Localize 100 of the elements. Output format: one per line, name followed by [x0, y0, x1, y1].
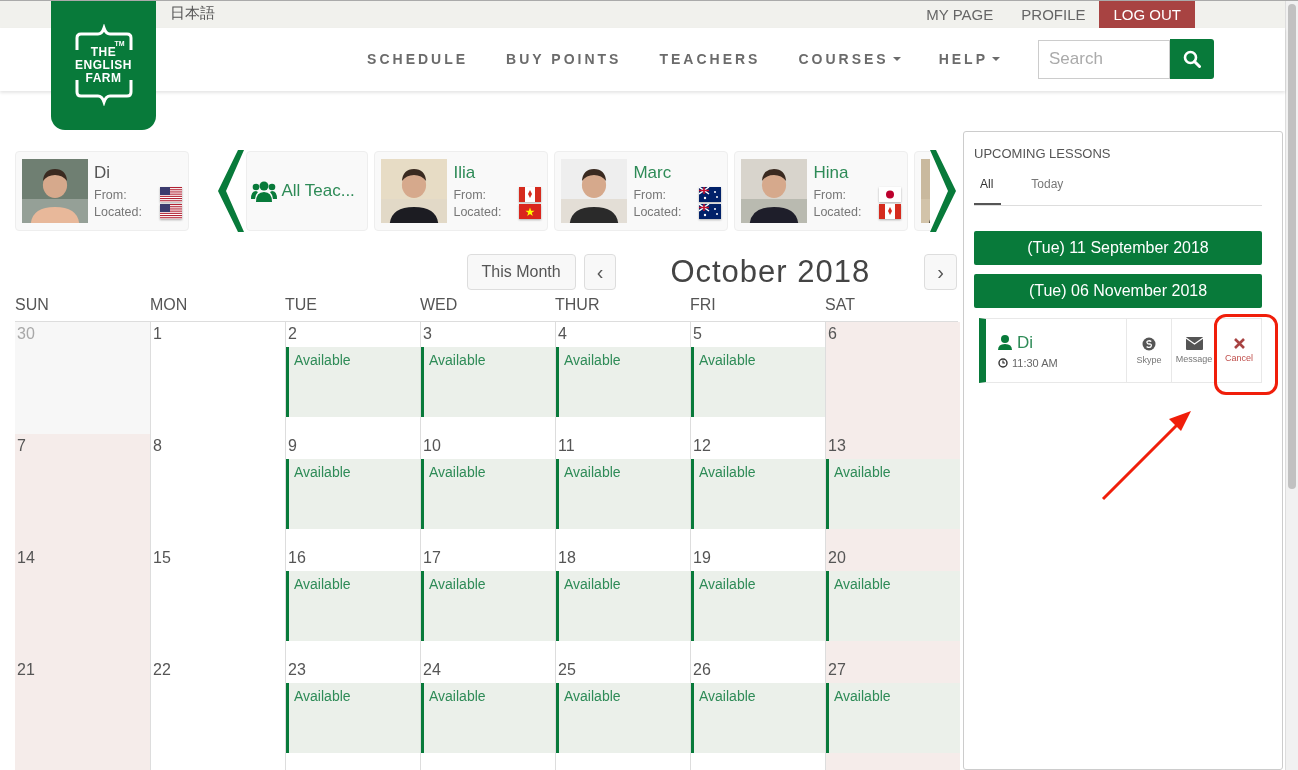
teacher-name: Di	[94, 163, 112, 183]
available-slot[interactable]: Available	[286, 571, 420, 641]
panel-title: UPCOMING LESSONS	[974, 146, 1112, 161]
skype-icon	[1142, 336, 1156, 351]
day-cell[interactable]: 19 Available	[690, 546, 825, 658]
day-number: 17	[422, 548, 442, 568]
chevron-left-icon[interactable]	[216, 150, 245, 232]
available-slot[interactable]: Available	[691, 459, 825, 529]
logo-text: THE	[90, 45, 117, 59]
teacher-card[interactable]: Di From: Located:	[15, 151, 189, 231]
nav-link[interactable]: BUY POINTS	[506, 51, 622, 68]
top-link[interactable]: MY PAGE	[912, 1, 1008, 28]
logout-button[interactable]: LOG OUT	[1099, 1, 1195, 28]
day-number: 19	[692, 548, 712, 568]
available-slot[interactable]: Available	[421, 683, 555, 753]
day-number: 26	[692, 660, 712, 680]
day-cell[interactable]: 17 Available	[420, 546, 555, 658]
available-slot[interactable]: Available	[286, 459, 420, 529]
day-cell[interactable]: 18 Available	[555, 546, 690, 658]
day-number: 22	[152, 660, 172, 680]
available-slot[interactable]: Available	[691, 571, 825, 641]
day-cell[interactable]: 24 Available	[420, 658, 555, 770]
available-slot[interactable]: Available	[421, 459, 555, 529]
day-number: 15	[152, 548, 172, 568]
available-slot[interactable]: Available	[691, 683, 825, 753]
flag-label: Located:	[94, 204, 142, 219]
day-number: 1	[152, 324, 163, 344]
scrollbar[interactable]	[1285, 1, 1298, 770]
available-slot[interactable]: Available	[556, 459, 690, 529]
tab[interactable]: All	[974, 177, 1002, 205]
available-slot[interactable]: Available	[826, 571, 960, 641]
day-number: 25	[557, 660, 577, 680]
available-slot[interactable]: Available	[286, 347, 420, 417]
user-icon	[998, 335, 1012, 350]
date-header[interactable]: (Tue) 06 November 2018	[974, 274, 1262, 308]
teacher-card[interactable]: Hina From: Located:	[734, 151, 909, 231]
day-number: 5	[692, 324, 703, 344]
teacher-card[interactable]: Ilia From: Located:	[374, 151, 549, 231]
search-icon	[1183, 50, 1201, 69]
lesson-time: 11:30 AM	[1012, 356, 1058, 369]
available-slot[interactable]: Available	[691, 347, 825, 417]
all-teachers-card[interactable]: All Teac...	[246, 151, 369, 231]
all-teachers-label: All Teac...	[281, 181, 355, 201]
top-link[interactable]: PROFILE	[1007, 1, 1100, 28]
month-title: October 2018	[669, 254, 872, 290]
day-number: 10	[422, 436, 442, 456]
day-cell[interactable]: 23 Available	[285, 658, 420, 770]
day-cell[interactable]: 10 Available	[420, 434, 555, 546]
day-number: 2	[287, 324, 298, 344]
available-slot[interactable]: Available	[826, 459, 960, 529]
available-slot[interactable]: Available	[556, 571, 690, 641]
flag-label: From:	[94, 187, 127, 202]
teacher-name: Marc	[633, 163, 673, 183]
day-cell[interactable]: 9 Available	[285, 434, 420, 546]
day-cell[interactable]: 7	[15, 434, 150, 546]
day-number: 30	[16, 324, 36, 344]
chevron-right-icon[interactable]	[930, 150, 958, 232]
day-cell[interactable]: 14	[15, 546, 150, 658]
nav-link[interactable]: TEACHERS	[659, 51, 761, 68]
this-month-button[interactable]: This Month	[466, 254, 576, 290]
teacher-card[interactable]: Marc From: Located:	[554, 151, 729, 231]
day-cell[interactable]: 4 Available	[555, 322, 690, 434]
clock-icon	[998, 357, 1008, 368]
available-slot[interactable]: Available	[286, 683, 420, 753]
next-month-button[interactable]: ›	[924, 254, 957, 290]
day-cell[interactable]: 16 Available	[285, 546, 420, 658]
day-cell[interactable]: 20 Available	[825, 546, 960, 658]
available-slot[interactable]: Available	[421, 571, 555, 641]
date-header[interactable]: (Tue) 11 September 2018	[974, 231, 1262, 265]
day-cell[interactable]: 13 Available	[825, 434, 960, 546]
nav-link[interactable]: SCHEDULE	[367, 51, 469, 68]
day-cell[interactable]: 6	[825, 322, 960, 434]
day-cell[interactable]: 25 Available	[555, 658, 690, 770]
flag-label: Located:	[813, 204, 862, 219]
close-icon	[1233, 338, 1245, 349]
available-slot[interactable]: Available	[556, 683, 690, 753]
available-slot[interactable]: Available	[556, 347, 690, 417]
tab[interactable]: Today	[1025, 177, 1072, 205]
caret-icon	[992, 57, 1000, 62]
previous-month-button[interactable]: ‹	[583, 254, 617, 290]
search-field[interactable]: Search	[1038, 39, 1170, 79]
day-cell[interactable]: 3 Available	[420, 322, 555, 434]
day-cell[interactable]: 5 Available	[690, 322, 825, 434]
nav-link[interactable]: COURSES	[798, 51, 901, 68]
day-cell[interactable]: 11 Available	[555, 434, 690, 546]
day-cell[interactable]: 2 Available	[285, 322, 420, 434]
users-icon	[251, 180, 278, 202]
language-link[interactable]: 日本語	[170, 3, 215, 23]
available-slot[interactable]: Available	[826, 683, 960, 753]
day-cell[interactable]: 26 Available	[690, 658, 825, 770]
day-number: 13	[827, 436, 847, 456]
weekday-header: SUN	[15, 296, 50, 315]
day-cell[interactable]: 12 Available	[690, 434, 825, 546]
search-button[interactable]	[1170, 39, 1214, 80]
day-cell[interactable]: 27 Available	[825, 658, 960, 770]
caret-icon	[892, 57, 901, 62]
day-cell[interactable]: 21	[15, 658, 150, 770]
available-slot[interactable]: Available	[421, 347, 555, 417]
day-number: 3	[422, 324, 433, 344]
nav-link[interactable]: HELP	[938, 51, 1000, 68]
